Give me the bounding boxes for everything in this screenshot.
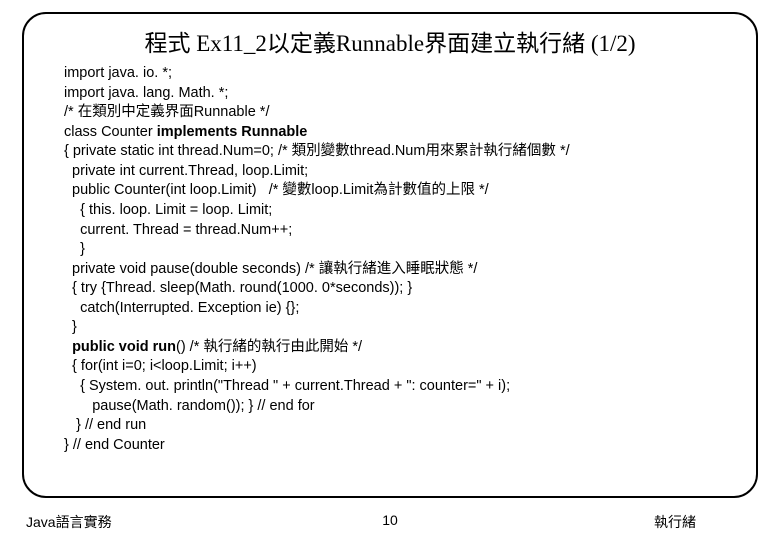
code-line: } // end Counter (64, 436, 736, 456)
code-text: class Counter (64, 124, 157, 140)
code-text: () /* 執行緒的執行由此開始 */ (176, 339, 362, 355)
slide-title: 程式 Ex11_2以定義Runnable界面建立執行緒 (1/2) (24, 24, 756, 58)
code-line: import java. lang. Math. *; (64, 84, 736, 104)
footer-left: Java語言實務 (26, 512, 126, 532)
code-line: } (64, 240, 736, 260)
slide-frame: 程式 Ex11_2以定義Runnable界面建立執行緒 (1/2) import… (22, 12, 758, 498)
code-line: } (64, 318, 736, 338)
footer-right: 執行緒 (654, 512, 754, 532)
title-pager: (1/2) (591, 31, 636, 56)
code-line: private int current.Thread, loop.Limit; (64, 162, 736, 182)
code-line: pause(Math. random()); } // end for (64, 397, 736, 417)
code-line: { this. loop. Limit = loop. Limit; (64, 201, 736, 221)
code-line: } // end run (64, 416, 736, 436)
code-line: { private static int thread.Num=0; /* 類別… (64, 142, 736, 162)
code-bold: public void run (72, 339, 176, 355)
code-line: /* 在類別中定義界面Runnable */ (64, 103, 736, 123)
code-line: { for(int i=0; i<loop.Limit; i++) (64, 357, 736, 377)
code-line: { try {Thread. sleep(Math. round(1000. 0… (64, 279, 736, 299)
code-line: import java. io. *; (64, 64, 736, 84)
code-line: public Counter(int loop.Limit) /* 變數loop… (64, 181, 736, 201)
footer-page-number: 10 (382, 512, 398, 532)
code-line: { System. out. println("Thread " + curre… (64, 377, 736, 397)
code-text (64, 339, 72, 355)
footer: Java語言實務 10 執行緒 (0, 512, 780, 532)
title-main: 程式 Ex11_2以定義Runnable界面建立執行緒 (144, 31, 590, 56)
code-block: import java. io. *; import java. lang. M… (24, 64, 756, 455)
code-line: class Counter implements Runnable (64, 123, 736, 143)
code-bold: implements Runnable (157, 124, 308, 140)
code-line: current. Thread = thread.Num++; (64, 221, 736, 241)
code-line: private void pause(double seconds) /* 讓執… (64, 260, 736, 280)
code-line: catch(Interrupted. Exception ie) {}; (64, 299, 736, 319)
code-line: public void run() /* 執行緒的執行由此開始 */ (64, 338, 736, 358)
